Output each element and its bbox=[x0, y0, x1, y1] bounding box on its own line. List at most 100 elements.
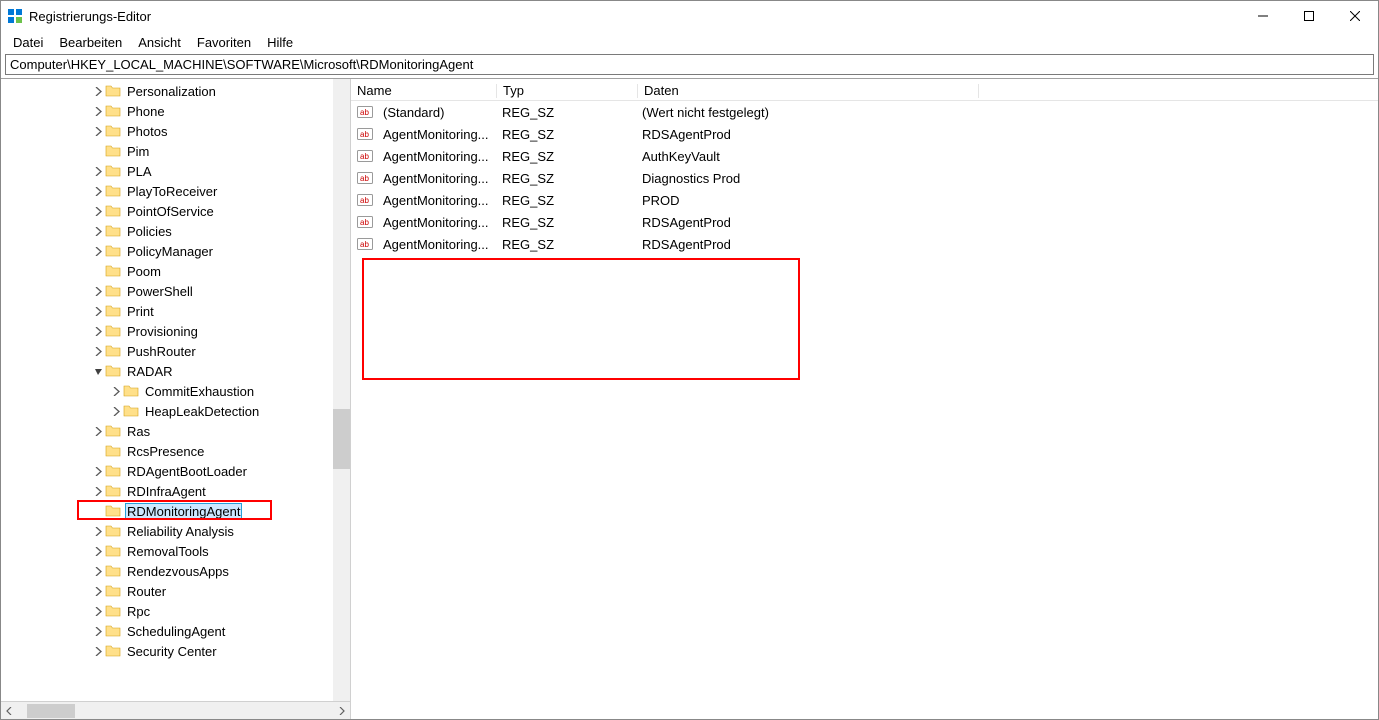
chevron-right-icon[interactable] bbox=[91, 207, 105, 216]
folder-icon bbox=[105, 163, 121, 179]
tree-item[interactable]: RDMonitoringAgent bbox=[1, 501, 350, 521]
tree-item[interactable]: Personalization bbox=[1, 81, 350, 101]
tree-item[interactable]: Rpc bbox=[1, 601, 350, 621]
tree-item[interactable]: PointOfService bbox=[1, 201, 350, 221]
chevron-right-icon[interactable] bbox=[109, 407, 123, 416]
value-row[interactable]: ab(Standard)REG_SZ(Wert nicht festgelegt… bbox=[351, 101, 1378, 123]
value-row[interactable]: abAgentMonitoring...REG_SZDiagnostics Pr… bbox=[351, 167, 1378, 189]
tree-item-label: Router bbox=[125, 584, 168, 599]
registry-tree[interactable]: Personalization Phone PhotosPimPLAPlayToRe… bbox=[1, 79, 350, 701]
chevron-right-icon[interactable] bbox=[91, 287, 105, 296]
tree-item[interactable]: Phone bbox=[1, 101, 350, 121]
tree-item-label: Poom bbox=[125, 264, 163, 279]
menu-item-hilfe[interactable]: Hilfe bbox=[259, 33, 301, 52]
chevron-right-icon[interactable] bbox=[91, 247, 105, 256]
column-header-name[interactable]: Name bbox=[351, 81, 496, 100]
tree-item[interactable]: Router bbox=[1, 581, 350, 601]
menu-item-favoriten[interactable]: Favoriten bbox=[189, 33, 259, 52]
tree-item[interactable]: RADAR bbox=[1, 361, 350, 381]
chevron-right-icon[interactable] bbox=[91, 127, 105, 136]
tree-item[interactable]: RemovalTools bbox=[1, 541, 350, 561]
tree-item[interactable]: Reliability Analysis bbox=[1, 521, 350, 541]
menu-item-datei[interactable]: Datei bbox=[5, 33, 51, 52]
value-type: REG_SZ bbox=[496, 171, 636, 186]
chevron-right-icon[interactable] bbox=[91, 347, 105, 356]
chevron-right-icon[interactable] bbox=[91, 307, 105, 316]
minimize-button[interactable] bbox=[1240, 1, 1286, 31]
value-row[interactable]: abAgentMonitoring...REG_SZAuthKeyVault bbox=[351, 145, 1378, 167]
tree-item-label: PowerShell bbox=[125, 284, 195, 299]
string-value-icon: ab bbox=[357, 170, 373, 186]
svg-text:ab: ab bbox=[360, 218, 369, 227]
tree-item[interactable]: RDAgentBootLoader bbox=[1, 461, 350, 481]
tree-item-label: Phone bbox=[125, 104, 167, 119]
tree-item[interactable]: Pim bbox=[1, 141, 350, 161]
scroll-left-arrow[interactable] bbox=[1, 702, 19, 720]
tree-item[interactable]: PolicyManager bbox=[1, 241, 350, 261]
value-name: AgentMonitoring... bbox=[377, 193, 496, 208]
chevron-right-icon[interactable] bbox=[91, 527, 105, 536]
chevron-right-icon[interactable] bbox=[91, 607, 105, 616]
chevron-right-icon[interactable] bbox=[91, 87, 105, 96]
chevron-right-icon[interactable] bbox=[91, 107, 105, 116]
tree-item[interactable]: Policies bbox=[1, 221, 350, 241]
chevron-right-icon[interactable] bbox=[91, 587, 105, 596]
menu-item-bearbeiten[interactable]: Bearbeiten bbox=[51, 33, 130, 52]
tree-item[interactable]: RcsPresence bbox=[1, 441, 350, 461]
scrollbar-thumb[interactable] bbox=[27, 704, 75, 718]
tree-item[interactable]: Poom bbox=[1, 261, 350, 281]
tree-item[interactable]: RDInfraAgent bbox=[1, 481, 350, 501]
value-row[interactable]: abAgentMonitoring...REG_SZRDSAgentProd bbox=[351, 233, 1378, 255]
value-type: REG_SZ bbox=[496, 149, 636, 164]
chevron-right-icon[interactable] bbox=[91, 567, 105, 576]
values-list[interactable]: ab(Standard)REG_SZ(Wert nicht festgelegt… bbox=[351, 101, 1378, 255]
value-row[interactable]: abAgentMonitoring...REG_SZPROD bbox=[351, 189, 1378, 211]
column-header-type[interactable]: Typ bbox=[497, 81, 637, 100]
chevron-down-icon[interactable] bbox=[91, 367, 105, 376]
address-bar[interactable]: Computer\HKEY_LOCAL_MACHINE\SOFTWARE\Mic… bbox=[5, 54, 1374, 75]
chevron-right-icon[interactable] bbox=[91, 167, 105, 176]
tree-item[interactable]: Ras bbox=[1, 421, 350, 441]
column-header-data[interactable]: Daten bbox=[638, 81, 978, 100]
tree-item[interactable]: PlayToReceiver bbox=[1, 181, 350, 201]
folder-icon bbox=[105, 363, 121, 379]
menu-item-ansicht[interactable]: Ansicht bbox=[130, 33, 189, 52]
tree-horizontal-scrollbar[interactable] bbox=[1, 701, 350, 719]
value-row[interactable]: abAgentMonitoring...REG_SZRDSAgentProd bbox=[351, 211, 1378, 233]
chevron-right-icon[interactable] bbox=[91, 647, 105, 656]
tree-item[interactable]: SchedulingAgent bbox=[1, 621, 350, 641]
main-panel: Personalization Phone PhotosPimPLAPlayToRe… bbox=[1, 78, 1378, 719]
chevron-right-icon[interactable] bbox=[91, 327, 105, 336]
tree-item[interactable]: PLA bbox=[1, 161, 350, 181]
chevron-right-icon[interactable] bbox=[91, 187, 105, 196]
tree-item[interactable]: PowerShell bbox=[1, 281, 350, 301]
tree-item[interactable]: PushRouter bbox=[1, 341, 350, 361]
scroll-right-arrow[interactable] bbox=[332, 702, 350, 720]
folder-icon bbox=[105, 243, 121, 259]
maximize-button[interactable] bbox=[1286, 1, 1332, 31]
titlebar: Registrierungs-Editor bbox=[1, 1, 1378, 31]
tree-item[interactable]: HeapLeakDetection bbox=[1, 401, 350, 421]
chevron-right-icon[interactable] bbox=[109, 387, 123, 396]
chevron-right-icon[interactable] bbox=[91, 467, 105, 476]
value-row[interactable]: abAgentMonitoring...REG_SZRDSAgentProd bbox=[351, 123, 1378, 145]
chevron-right-icon[interactable] bbox=[91, 487, 105, 496]
scrollbar-thumb[interactable] bbox=[333, 409, 350, 469]
close-button[interactable] bbox=[1332, 1, 1378, 31]
value-data: (Wert nicht festgelegt) bbox=[636, 105, 976, 120]
tree-item[interactable]: Security Center bbox=[1, 641, 350, 661]
svg-text:ab: ab bbox=[360, 152, 369, 161]
tree-item[interactable]: RendezvousApps bbox=[1, 561, 350, 581]
tree-item[interactable]: Provisioning bbox=[1, 321, 350, 341]
tree-vertical-scrollbar[interactable] bbox=[333, 79, 350, 701]
value-name: AgentMonitoring... bbox=[377, 127, 496, 142]
chevron-right-icon[interactable] bbox=[91, 427, 105, 436]
tree-item[interactable]: Print bbox=[1, 301, 350, 321]
chevron-right-icon[interactable] bbox=[91, 227, 105, 236]
chevron-right-icon[interactable] bbox=[91, 627, 105, 636]
chevron-right-icon[interactable] bbox=[91, 547, 105, 556]
folder-icon bbox=[105, 323, 121, 339]
tree-item[interactable]: CommitExhaustion bbox=[1, 381, 350, 401]
string-value-icon: ab bbox=[357, 148, 373, 164]
tree-item[interactable]: Photos bbox=[1, 121, 350, 141]
